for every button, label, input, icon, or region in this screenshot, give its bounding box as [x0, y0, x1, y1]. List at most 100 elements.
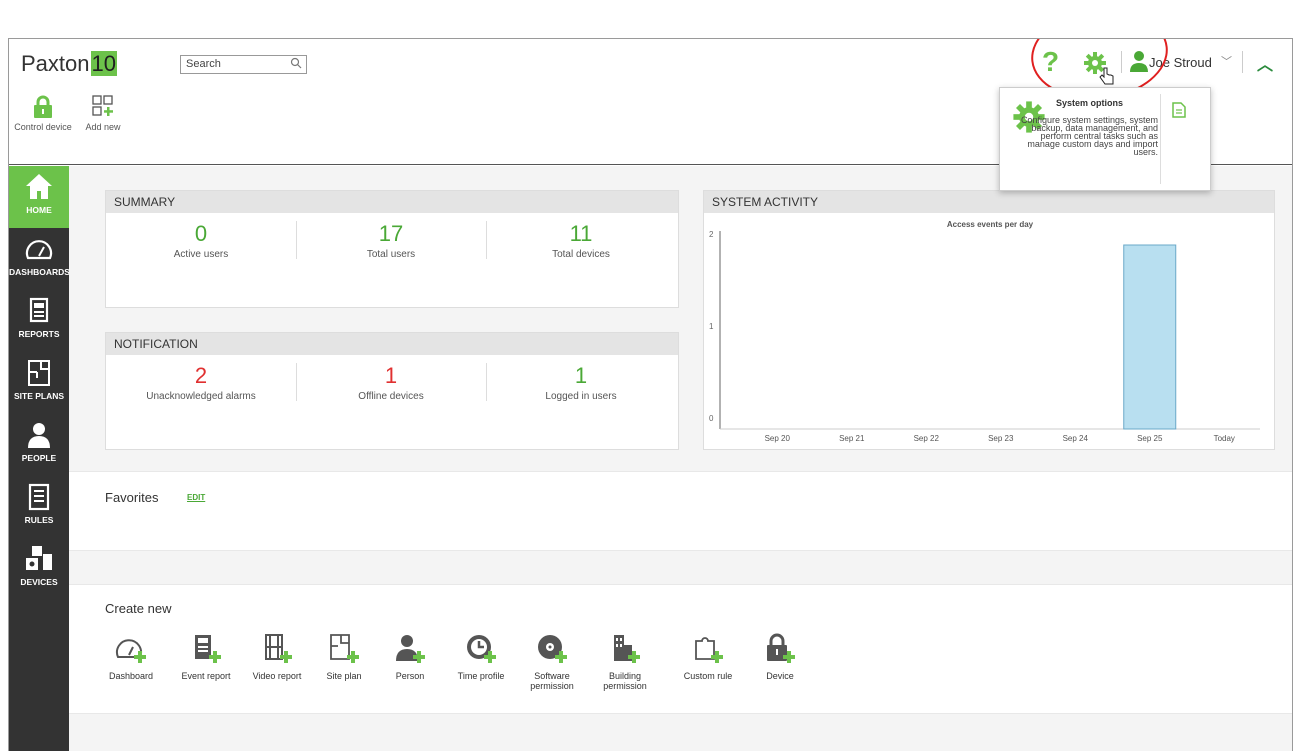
create-item-label: Software: [534, 671, 570, 681]
total-devices-stat[interactable]: 11 Total devices: [486, 221, 676, 260]
stat-label: Active users: [173, 249, 229, 260]
create-site-plan-button[interactable]: Site plan: [319, 633, 369, 681]
y-tick-label: 0: [709, 414, 714, 423]
x-tick-label: Sep 24: [1063, 434, 1089, 443]
system-activity-panel: SYSTEM ACTIVITY Access events per day 0 1 2…: [703, 190, 1275, 450]
add-new-button[interactable]: Add new: [79, 95, 127, 132]
create-item-label: Dashboard: [108, 671, 154, 681]
popup-title: System options: [1056, 98, 1124, 108]
time-profile-add-icon: [467, 635, 496, 663]
event-report-add-icon: [195, 635, 221, 663]
create-building-permission-button[interactable]: Building permission: [597, 633, 653, 691]
custom-rule-add-icon: [695, 637, 723, 663]
stat-value: 1: [384, 363, 398, 388]
logo-text: Paxton: [21, 51, 90, 76]
collapse-header-button[interactable]: ︿: [1257, 51, 1273, 75]
y-tick-label: 2: [709, 230, 714, 239]
chart-title: Access events per day: [947, 220, 1034, 229]
access-events-chart: Access events per day 0 1 2 Sep 20 Sep 21 Sep …: [709, 220, 1260, 443]
stat-value: 17: [378, 221, 404, 246]
padlock-icon: [34, 95, 52, 118]
create-item-label: Custom rule: [683, 671, 733, 681]
create-software-permission-button[interactable]: Software permission: [525, 633, 579, 691]
create-person-button[interactable]: Person: [389, 633, 431, 681]
video-report-add-icon: [265, 634, 292, 663]
create-item-label: Event report: [181, 671, 231, 681]
nav-reports[interactable]: REPORTS: [9, 290, 69, 352]
stat-label: Unacknowledged alarms: [146, 391, 256, 402]
popup-description: Configure system settings, system backup…: [1020, 115, 1158, 157]
site-plan-add-icon: [330, 634, 359, 663]
x-tick-label: Sep 22: [914, 434, 940, 443]
favorites-title: Favorites: [105, 490, 159, 505]
create-item-label: Site plan: [326, 671, 362, 681]
create-video-report-button[interactable]: Video report: [245, 633, 309, 681]
stat-label: Total devices: [552, 249, 610, 260]
nav-people[interactable]: PEOPLE: [9, 414, 69, 476]
nav-rules[interactable]: RULES: [9, 476, 69, 538]
offline-devices-stat[interactable]: 1 Offline devices: [296, 363, 486, 402]
control-device-label: Control device: [14, 122, 72, 132]
stat-value: 2: [194, 363, 208, 388]
nav-dashboards[interactable]: DASHBOARDS: [9, 228, 70, 290]
create-device-button[interactable]: Device: [757, 633, 803, 681]
create-new-title: Create new: [105, 601, 172, 616]
unacknowledged-alarms-stat[interactable]: 2 Unacknowledged alarms: [106, 363, 296, 402]
create-time-profile-button[interactable]: Time profile: [451, 633, 511, 681]
paxton-logo[interactable]: Paxton10: [21, 51, 117, 77]
notification-panel: NOTIFICATION 2 Unacknowledged alarms 1 Off…: [105, 332, 679, 450]
active-users-stat[interactable]: 0 Active users: [106, 221, 296, 260]
logged-in-users-stat[interactable]: 1 Logged in users: [486, 363, 676, 402]
padlock-add-icon: [767, 633, 795, 663]
create-item-label: Person: [395, 671, 425, 681]
x-tick-label: Sep 20: [765, 434, 791, 443]
control-device-button[interactable]: Control device: [13, 95, 73, 132]
software-permission-add-icon: [538, 635, 567, 663]
create-item-label: Building: [608, 671, 642, 681]
search-input[interactable]: Search: [180, 55, 307, 74]
person-icon: [28, 423, 50, 448]
main-content: SUMMARY 0 Active users 17 Total users 11 To…: [69, 166, 1292, 751]
devices-icon: [26, 546, 52, 570]
summary-panel: SUMMARY 0 Active users 17 Total users 11 To…: [105, 190, 679, 308]
add-new-label: Add new: [85, 122, 121, 132]
create-event-report-button[interactable]: Event report: [173, 633, 239, 681]
nav-site-plans[interactable]: SITE PLANS: [9, 352, 69, 414]
create-item-label-line2: permission: [530, 681, 574, 691]
nav-home[interactable]: HOME: [9, 166, 69, 228]
dashboard-add-icon: [116, 639, 146, 663]
nav-people-label: PEOPLE: [21, 453, 57, 463]
nav-site-plans-label: SITE PLANS: [13, 391, 65, 401]
sidebar-nav: HOME DASHBOARDS REPORTS SITE PLANS PEOPL…: [9, 166, 70, 751]
favorites-edit-link[interactable]: EDIT: [187, 493, 205, 502]
dashboard-icon: [25, 240, 53, 260]
create-item-label-line2: permission: [603, 681, 647, 691]
x-tick-label: Sep 23: [988, 434, 1014, 443]
document-icon[interactable]: [1172, 102, 1186, 118]
add-new-icon: [92, 95, 113, 116]
stat-value: 11: [569, 221, 593, 246]
bar: [1123, 244, 1177, 430]
create-custom-rule-button[interactable]: Custom rule: [677, 633, 739, 681]
home-icon: [26, 174, 52, 199]
x-tick-label: Sep 21: [839, 434, 865, 443]
nav-devices[interactable]: DEVICES: [9, 538, 69, 600]
y-tick-label: 1: [709, 322, 714, 331]
header-divider: [1242, 51, 1243, 73]
favorites-section: Favorites EDIT: [69, 471, 1292, 551]
stat-label: Logged in users: [545, 391, 617, 402]
x-tick-label: Sep 25: [1137, 434, 1163, 443]
app-window: Paxton10 Search Control device Add new ?…: [8, 38, 1293, 751]
search-icon[interactable]: [290, 57, 302, 69]
chevron-down-icon[interactable]: ﹀: [1221, 53, 1232, 69]
notification-title: NOTIFICATION: [106, 333, 678, 355]
stat-label: Total users: [366, 249, 416, 260]
create-dashboard-button[interactable]: Dashboard: [105, 633, 157, 681]
logo-number: 10: [90, 51, 117, 76]
nav-home-label: HOME: [26, 205, 52, 215]
reports-icon: [29, 297, 49, 323]
total-users-stat[interactable]: 17 Total users: [296, 221, 486, 260]
system-options-popup[interactable]: System options Configure system settings…: [999, 87, 1211, 191]
summary-title: SUMMARY: [106, 191, 678, 213]
create-new-section: Create new Dashboard Event report Video …: [69, 584, 1292, 714]
